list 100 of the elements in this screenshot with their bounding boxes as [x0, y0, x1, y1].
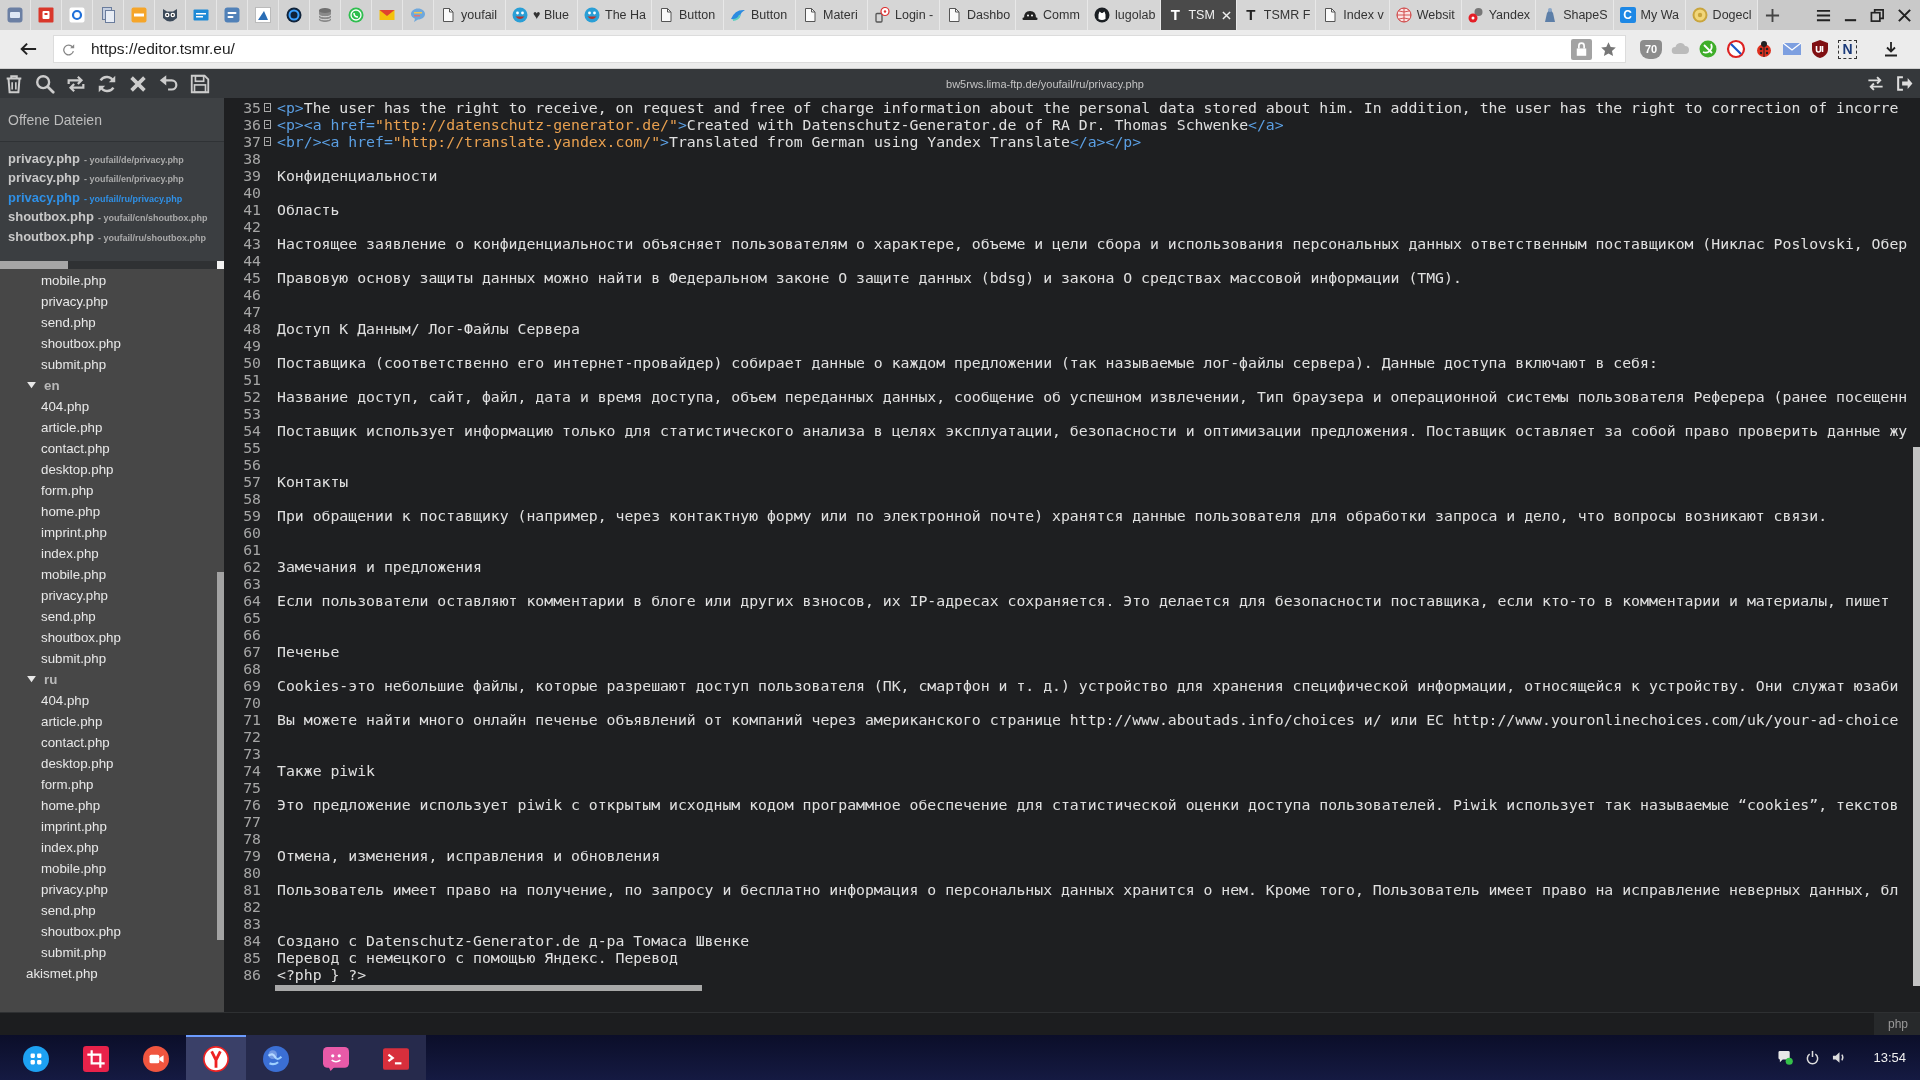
file-item[interactable]: form.php [41, 479, 94, 501]
file-item[interactable]: mobile.php [41, 269, 107, 291]
menu-icon[interactable] [1816, 7, 1831, 23]
close-icon[interactable] [1897, 7, 1912, 23]
power-icon[interactable] [1805, 1050, 1821, 1065]
file-item[interactable]: index.php [41, 542, 99, 564]
file-item[interactable]: imprint.php [41, 815, 107, 837]
extension-button[interactable]: N [1838, 39, 1857, 59]
star-icon[interactable] [1600, 40, 1617, 58]
scrollbar-thumb[interactable] [275, 985, 702, 991]
file-item[interactable]: article.php [41, 416, 103, 438]
file-item[interactable]: privacy.php [41, 878, 108, 900]
file-item[interactable]: form.php [41, 773, 94, 795]
file-item[interactable]: submit.php [41, 353, 107, 375]
browser-tab[interactable]: lugolab [1088, 0, 1162, 30]
back-icon[interactable] [19, 40, 37, 58]
clock[interactable]: 13:54 [1873, 1050, 1906, 1065]
file-item[interactable]: send.php [41, 311, 96, 333]
file-item[interactable]: home.php [41, 500, 101, 522]
open-file-item[interactable]: shoutbox.php - youfail/ru/shoutbox.php [8, 228, 206, 248]
scrollbar-thumb[interactable] [1913, 447, 1920, 986]
browser-tab[interactable]: T TSM [1161, 0, 1237, 30]
browser-tab[interactable]: Yandex [1461, 0, 1537, 30]
fold-marker-icon[interactable] [264, 137, 271, 146]
line-number: 83 [243, 915, 261, 932]
chat-bubble-icon[interactable] [1778, 1050, 1794, 1065]
browser-tab[interactable]: Button [652, 0, 724, 30]
file-item[interactable]: 404.php [41, 395, 90, 417]
file-item[interactable]: home.php [41, 794, 101, 816]
file-item[interactable]: 404.php [41, 689, 90, 711]
folder-item[interactable]: ru [27, 668, 58, 690]
browser-tab[interactable]: ShapeS [1536, 0, 1614, 30]
browser-tab[interactable]: Index v [1316, 0, 1390, 30]
browser-tab[interactable]: Dashbo [940, 0, 1017, 30]
reload-icon[interactable] [62, 42, 75, 56]
taskbar-button[interactable] [246, 1035, 306, 1080]
fold-marker-icon[interactable] [264, 120, 271, 129]
search-icon[interactable] [34, 72, 56, 95]
scrollbar-track[interactable] [0, 260, 224, 269]
caret-icon[interactable] [27, 675, 36, 683]
file-item[interactable]: mobile.php [41, 857, 107, 879]
file-item[interactable]: privacy.php [41, 584, 108, 606]
file-item[interactable]: privacy.php [41, 290, 108, 312]
file-item[interactable]: contact.php [41, 437, 110, 459]
caret-icon[interactable] [27, 381, 36, 389]
browser-tab[interactable]: Login - [868, 0, 940, 30]
file-item[interactable]: mobile.php [41, 563, 107, 585]
scrollbar-thumb[interactable] [0, 260, 68, 269]
browser-tab[interactable]: C My Wa [1613, 0, 1686, 30]
fold-marker-icon[interactable] [264, 103, 271, 112]
browser-tab[interactable]: Websit [1389, 0, 1462, 30]
browser-tab[interactable]: T TSMR F [1236, 0, 1317, 30]
browser-tab[interactable]: The Ha [578, 0, 652, 30]
file-item[interactable]: desktop.php [41, 458, 114, 480]
smiley-icon [584, 7, 600, 23]
exit-icon[interactable] [1895, 74, 1914, 93]
swap-icon[interactable] [1866, 74, 1885, 93]
pinned-tab[interactable] [155, 0, 186, 30]
folder-item[interactable]: en [27, 374, 60, 396]
save-icon[interactable] [189, 72, 211, 95]
cat-icon [1094, 7, 1111, 23]
file-item[interactable]: submit.php [41, 941, 107, 963]
file-item[interactable]: akismet.php [26, 962, 98, 984]
restore-icon[interactable] [1870, 7, 1885, 23]
browser-tab[interactable]: youfail [434, 0, 506, 30]
file-item[interactable]: imprint.php [41, 521, 107, 543]
phone-bubble-icon [348, 7, 364, 23]
browser-tab[interactable]: Comm [1016, 0, 1089, 30]
browser-tab[interactable]: ♥ Blue [506, 0, 578, 30]
file-item[interactable]: submit.php [41, 647, 107, 669]
file-item[interactable]: shoutbox.php [41, 332, 121, 354]
open-file-item[interactable]: shoutbox.php - youfail/cn/shoutbox.php [8, 209, 208, 229]
file-item[interactable]: desktop.php [41, 752, 114, 774]
browser-tab[interactable]: Materi [796, 0, 868, 30]
download-icon[interactable] [1883, 41, 1899, 57]
code-line: <br/><a href="http://translate.yandex.com/">Translated from German using Yandex Translate</a></p> [277, 133, 1142, 150]
terminal-icon [383, 1045, 409, 1072]
file-item[interactable]: contact.php [41, 731, 110, 753]
browser-tab[interactable]: Dogecl [1685, 0, 1758, 30]
code-line: Область [277, 201, 340, 218]
no-entry-icon[interactable] [1726, 39, 1746, 59]
file-item[interactable]: shoutbox.php [41, 626, 121, 648]
file-item[interactable]: shoutbox.php [41, 920, 121, 942]
browser-tab[interactable]: Button [724, 0, 796, 30]
file-item[interactable]: send.php [41, 605, 96, 627]
line-number: 68 [243, 660, 261, 677]
shield-icon[interactable] [1810, 39, 1830, 59]
taskbar-button[interactable] [186, 1035, 246, 1080]
line-number: 54 [243, 422, 261, 439]
open-file-item[interactable]: privacy.php - youfail/en/privacy.php [8, 170, 184, 190]
open-file-item[interactable]: privacy.php - youfail/de/privacy.php [8, 151, 184, 171]
scrollbar-thumb[interactable] [217, 571, 224, 940]
address-field[interactable]: https://editor.tsmr.eu/ [53, 35, 1626, 63]
satellite-icon[interactable] [1698, 39, 1718, 59]
globe-icon [263, 1045, 289, 1072]
file-item[interactable]: article.php [41, 710, 103, 732]
ladybug-icon[interactable] [1754, 39, 1774, 59]
pinned-tab[interactable] [279, 0, 310, 30]
file-item[interactable]: send.php [41, 899, 96, 921]
file-item[interactable]: index.php [41, 836, 99, 858]
